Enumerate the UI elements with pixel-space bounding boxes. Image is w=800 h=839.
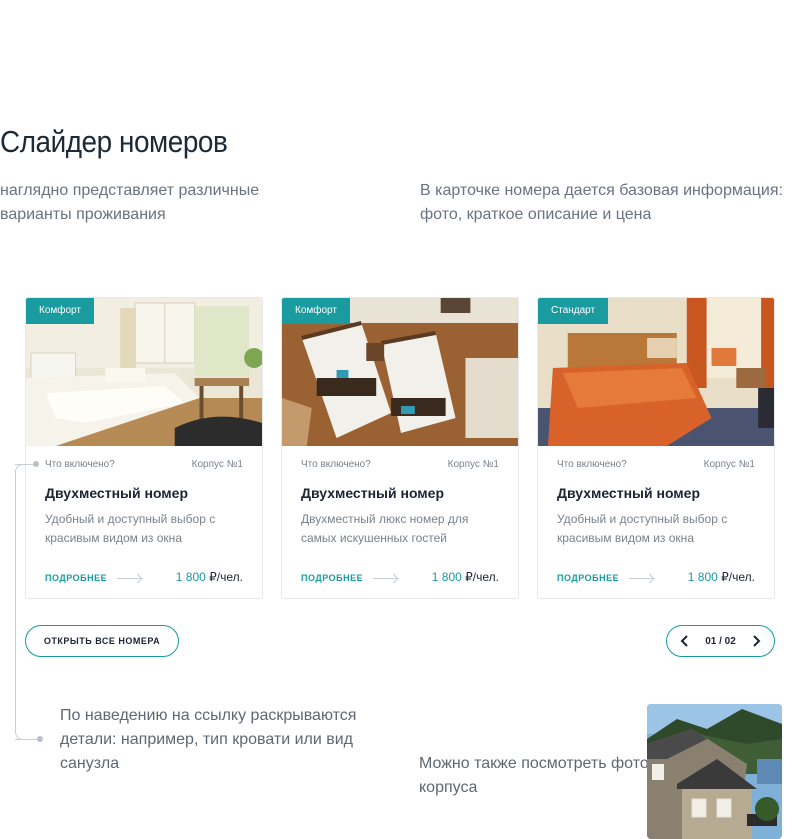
- room-card[interactable]: Стандарт Что включено? Корпус №1 Двухмес…: [537, 297, 775, 599]
- room-price: 1 800 ₽/чел.: [432, 570, 499, 584]
- arrow-right-icon: [373, 577, 398, 579]
- room-category-badge: Комфорт: [282, 298, 350, 324]
- building-photo[interactable]: [647, 704, 782, 839]
- room-name: Двухместный номер: [301, 485, 445, 501]
- price-unit: ₽/чел.: [465, 570, 499, 584]
- price-value: 1 800: [175, 570, 206, 584]
- annotation-dot-bottom: [37, 736, 43, 742]
- annotation-dot-top: [33, 461, 39, 467]
- details-link[interactable]: ПОДРОБНЕЕ: [45, 573, 142, 583]
- room-card[interactable]: Комфорт Что включено? Корпус №1 Двухмест…: [25, 297, 263, 599]
- included-link[interactable]: Что включено?: [557, 459, 627, 470]
- chevron-left-icon[interactable]: [677, 633, 693, 649]
- room-name: Двухместный номер: [45, 485, 189, 501]
- arrow-right-icon: [117, 577, 142, 579]
- details-label: ПОДРОБНЕЕ: [45, 573, 108, 583]
- room-category-badge: Комфорт: [26, 298, 94, 324]
- building-label: Корпус №1: [191, 459, 243, 470]
- price-value: 1 800: [431, 570, 462, 584]
- room-photo: Комфорт: [282, 298, 518, 446]
- annotation-corner-top: [15, 464, 27, 476]
- page-indicator: 01 / 02: [705, 635, 736, 647]
- room-category-badge: Стандарт: [538, 298, 609, 324]
- open-all-rooms-button[interactable]: ОТКРЫТЬ ВСЕ НОМЕРА: [25, 625, 179, 657]
- building-label: Корпус №1: [703, 459, 755, 470]
- hover-details-note: По наведению на ссылку раскрываются дета…: [60, 707, 357, 772]
- annotation-connector: [15, 470, 16, 732]
- room-price: 1 800 ₽/чел.: [688, 570, 755, 584]
- card-description-note: В карточке номера дается базовая информа…: [420, 182, 783, 223]
- room-description: Двухместный люкс номер для самых искушен…: [301, 512, 469, 545]
- room-photo: Комфорт: [26, 298, 262, 446]
- slider-description: наглядно представляет различные варианты…: [0, 182, 260, 223]
- included-link[interactable]: Что включено?: [45, 459, 115, 470]
- price-unit: ₽/чел.: [721, 570, 755, 584]
- building-photo-note: Можно также посмотреть фото корпуса: [419, 755, 649, 796]
- room-photo: Стандарт: [538, 298, 774, 446]
- room-name: Двухместный номер: [557, 485, 701, 501]
- details-link[interactable]: ПОДРОБНЕЕ: [301, 573, 398, 583]
- price-value: 1 800: [687, 570, 718, 584]
- page-title: Слайдер номеров: [0, 124, 228, 159]
- chevron-right-icon[interactable]: [748, 633, 764, 649]
- room-description: Удобный и доступный выбор с красивым вид…: [45, 512, 216, 545]
- slider-pager: 01 / 02: [666, 625, 775, 657]
- details-link[interactable]: ПОДРОБНЕЕ: [557, 573, 654, 583]
- details-label: ПОДРОБНЕЕ: [557, 573, 620, 583]
- included-link[interactable]: Что включено?: [301, 459, 371, 470]
- room-description: Удобный и доступный выбор с красивым вид…: [557, 512, 728, 545]
- arrow-right-icon: [629, 577, 654, 579]
- room-price: 1 800 ₽/чел.: [176, 570, 243, 584]
- building-label: Корпус №1: [447, 459, 499, 470]
- price-unit: ₽/чел.: [209, 570, 243, 584]
- details-label: ПОДРОБНЕЕ: [301, 573, 364, 583]
- room-card[interactable]: Комфорт Что включено? Корпус №1 Двухмест…: [281, 297, 519, 599]
